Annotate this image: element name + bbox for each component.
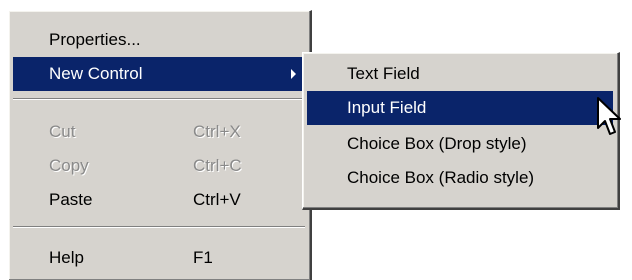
menu-item-paste[interactable]: Paste Ctrl+V (13, 183, 305, 217)
submenu-item-input-field[interactable]: Input Field (307, 91, 613, 125)
menu-item-paste-shortcut: Ctrl+V (193, 190, 241, 209)
arrow-pointer-icon (597, 97, 621, 135)
menu-separator (13, 226, 305, 228)
menu-separator (13, 98, 305, 100)
menu-item-copy-label: Copy (49, 156, 89, 175)
menu-item-cut-label: Cut (49, 122, 76, 141)
submenu-item-choice-box-drop[interactable]: Choice Box (Drop style) (307, 127, 613, 161)
menu-item-help-label: Help (49, 248, 84, 267)
context-menu: Properties... New Control Cut Ctrl+X Cop… (8, 10, 312, 280)
menu-item-help-shortcut: F1 (193, 248, 213, 267)
submenu-item-choice-box-drop-label: Choice Box (Drop style) (347, 134, 527, 153)
menu-item-copy[interactable]: Copy Ctrl+C (13, 149, 305, 183)
menu-item-new-control[interactable]: New Control (13, 57, 305, 91)
menu-item-help[interactable]: Help F1 (13, 241, 305, 275)
submenu-item-choice-box-radio-label: Choice Box (Radio style) (347, 168, 535, 187)
menu-item-new-control-label: New Control (49, 64, 143, 83)
menu-item-cut-shortcut: Ctrl+X (193, 122, 241, 141)
submenu-item-choice-box-radio[interactable]: Choice Box (Radio style) (307, 161, 613, 195)
menu-item-paste-label: Paste (49, 190, 93, 209)
submenu-item-input-field-label: Input Field (347, 98, 427, 117)
submenu-arrow-icon (291, 69, 296, 79)
menu-item-properties-label: Properties... (49, 30, 141, 49)
new-control-submenu: Text Field Input Field Choice Box (Drop … (302, 52, 620, 210)
menu-item-copy-shortcut: Ctrl+C (193, 156, 242, 175)
submenu-item-text-field[interactable]: Text Field (307, 57, 613, 91)
menu-item-properties[interactable]: Properties... (13, 23, 305, 57)
submenu-item-text-field-label: Text Field (347, 64, 420, 83)
menu-item-cut[interactable]: Cut Ctrl+X (13, 115, 305, 149)
